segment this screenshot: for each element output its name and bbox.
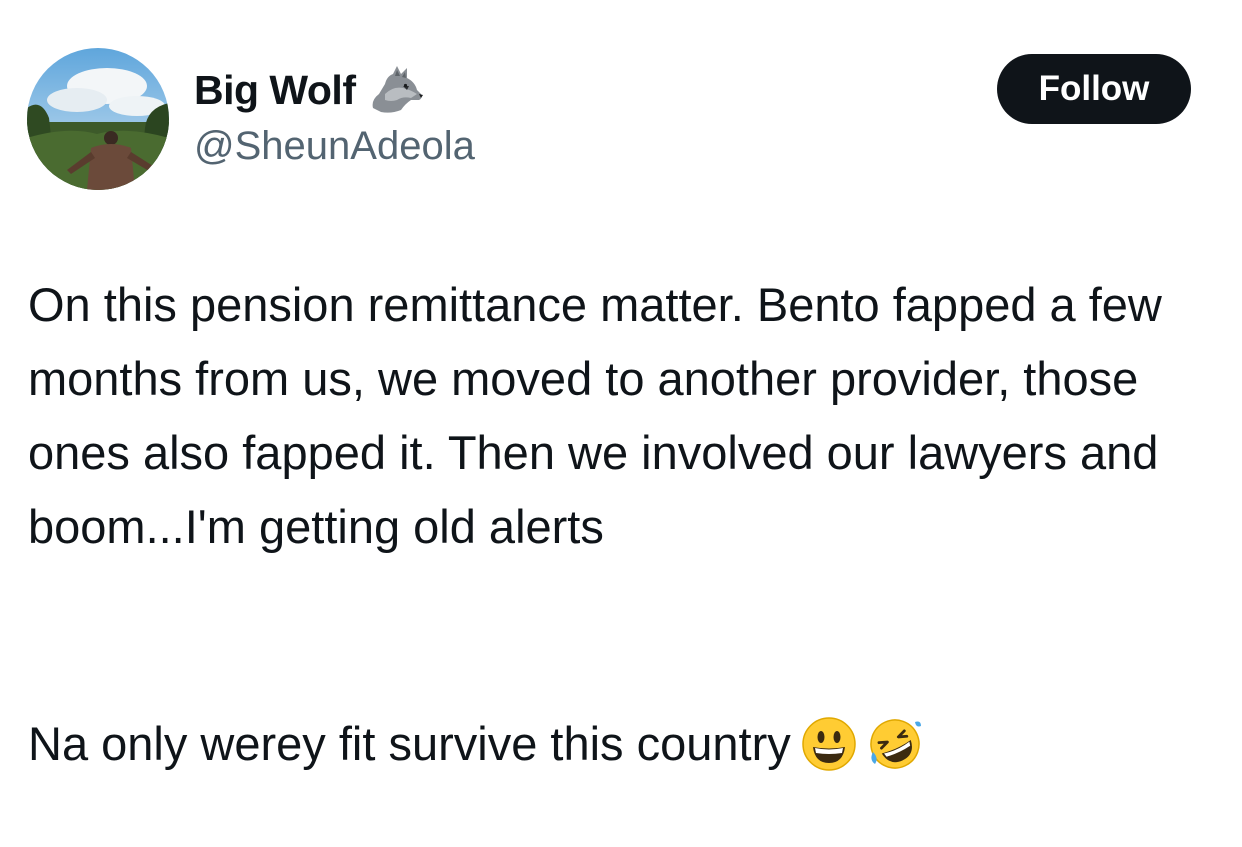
author-name-row[interactable]: Big Wolf — [194, 62, 425, 118]
author-handle[interactable]: @SheunAdeola — [194, 124, 475, 169]
tweet-text: On this pension remittance matter. Bento… — [28, 268, 1223, 564]
follow-button[interactable]: Follow — [997, 54, 1191, 124]
tweet-paragraph-2-row: Na only werey fit survive this country — [28, 707, 923, 781]
grinning-face-icon — [801, 716, 857, 772]
tweet-paragraph-1: On this pension remittance matter. Bento… — [28, 278, 1162, 553]
wolf-icon — [367, 64, 425, 116]
avatar-photo — [27, 48, 169, 190]
tweet-card: Big Wolf @SheunAdeola Follow On this pen… — [0, 0, 1242, 847]
rolling-on-floor-laughing-icon — [867, 716, 923, 772]
display-name[interactable]: Big Wolf — [194, 67, 356, 114]
avatar[interactable] — [27, 48, 169, 190]
tweet-paragraph-2: Na only werey fit survive this country — [28, 717, 791, 770]
